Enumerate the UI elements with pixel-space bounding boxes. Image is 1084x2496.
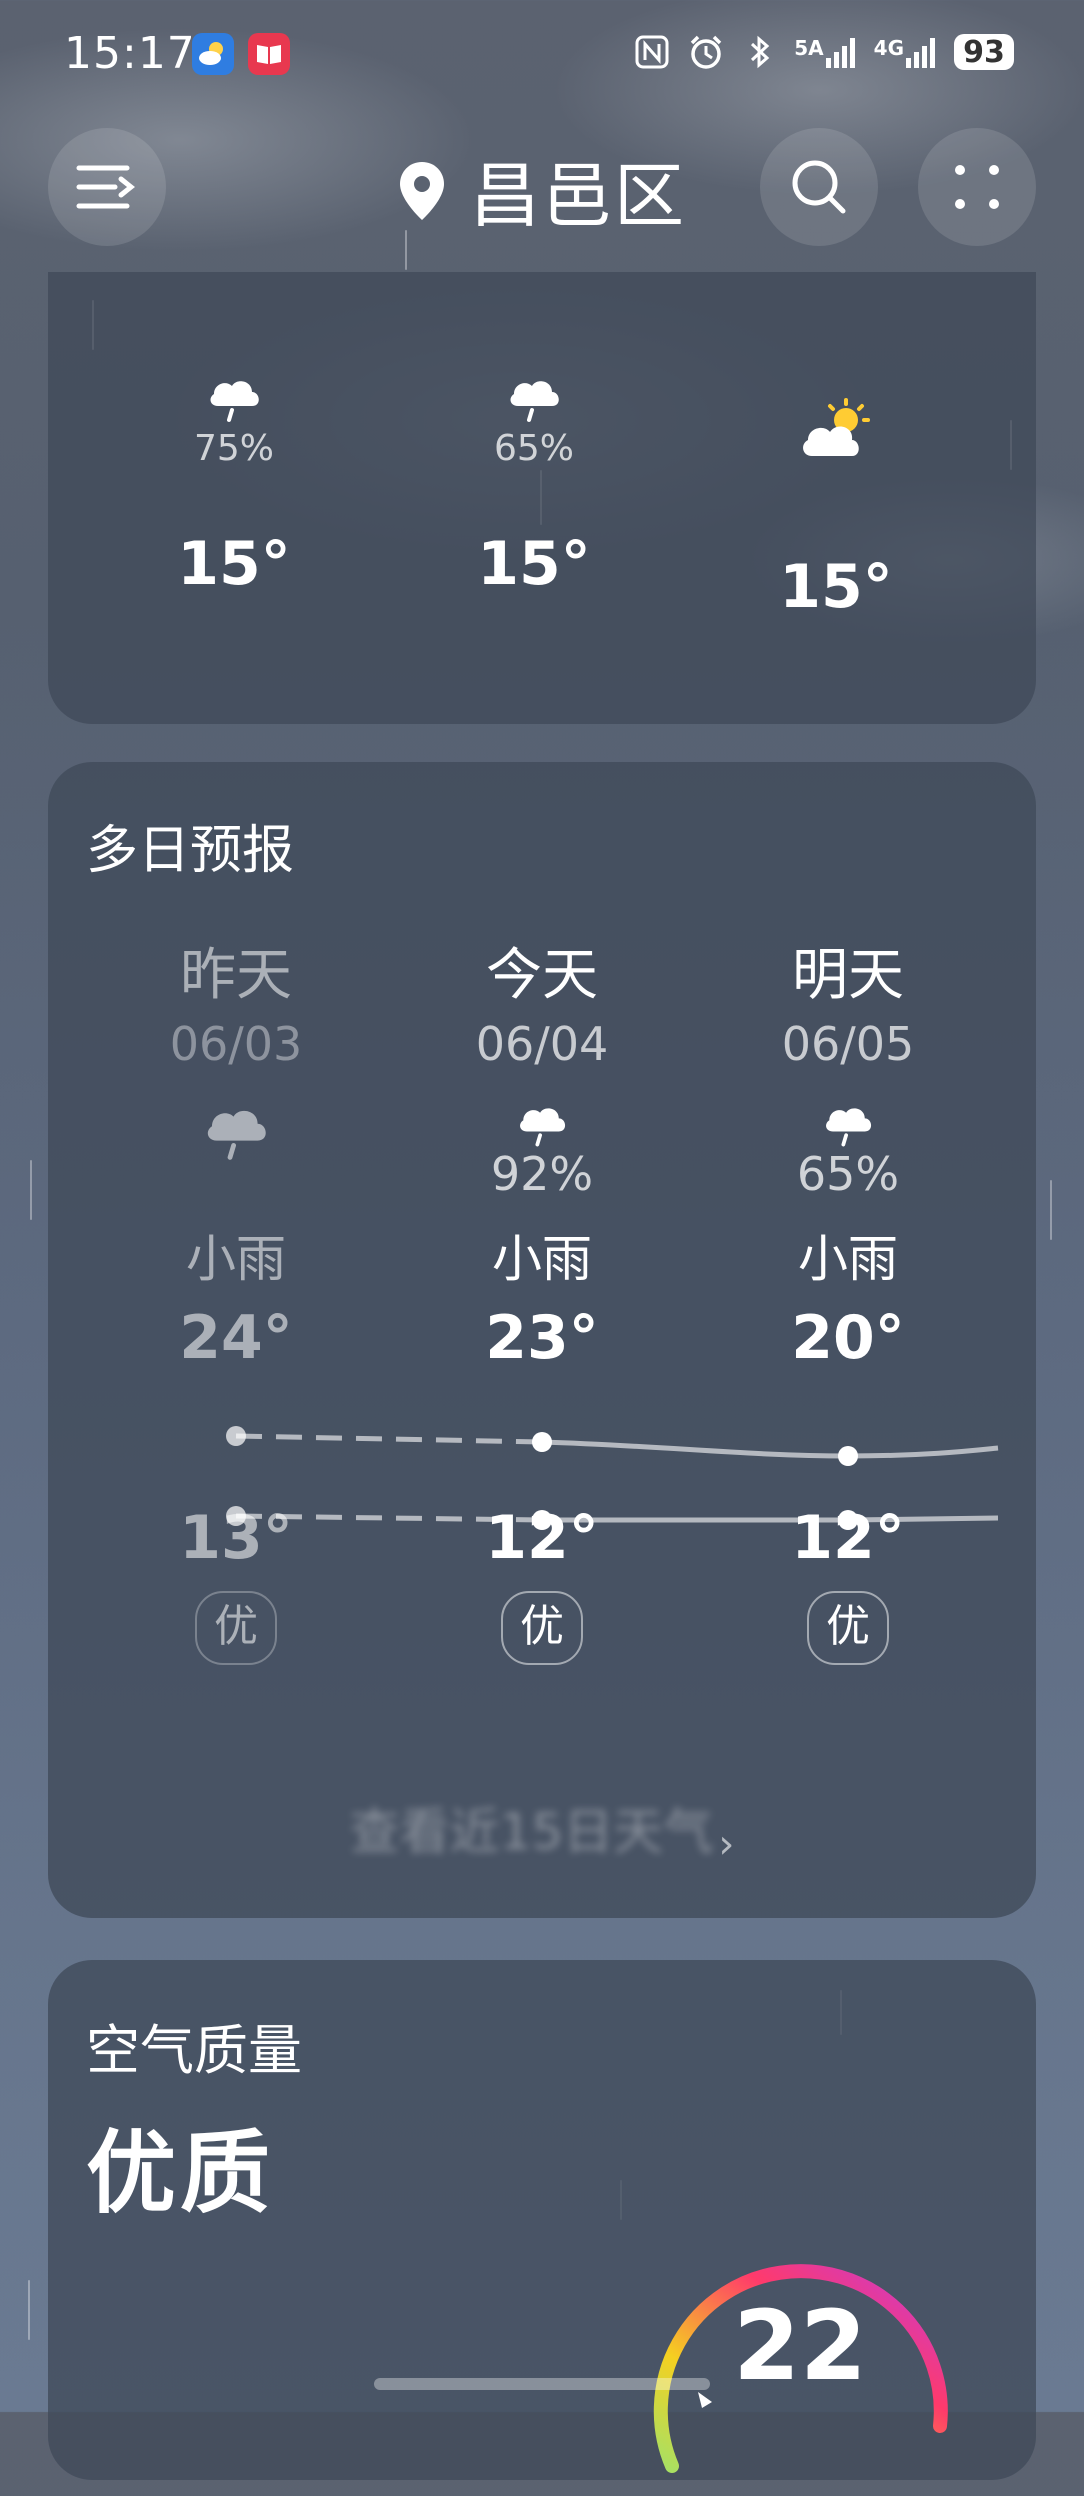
more-days-link[interactable]: 查看近15日天气 › [0,1792,1084,1868]
day-name: 昨天 [180,943,292,1008]
hourly-temp: 15° [779,552,893,622]
hourly-temp: 15° [177,529,291,599]
search-icon [792,160,846,214]
day-high-temp: 24° [179,1303,293,1373]
signal-5a-label: 5A [794,36,824,60]
bluetooth-icon [740,32,780,72]
aqi-badge: 优 [195,1591,277,1665]
aqi-badge: 优 [501,1591,583,1665]
hourly-item: 65% 15° [434,372,634,599]
partly-cloudy-icon [803,398,870,456]
rain-cloud-icon [520,1108,566,1147]
day-name: 今天 [486,943,598,1008]
hourly-item: 75% 15° [134,372,334,599]
low-temp-line [542,1515,999,1523]
high-temp-point [226,1426,246,1446]
hourly-item: 15° [736,396,936,622]
book-app-notification-icon [248,33,290,75]
day-precip: 65% [796,1147,900,1201]
high-temp-line-past [235,1433,543,1445]
day-weather: 小雨 [492,1230,592,1288]
rain-cloud-icon [826,1108,872,1147]
low-temp-point [532,1510,552,1530]
status-indicators: 5A 4G 93 [632,32,1014,72]
day-high-temp: 23° [485,1303,599,1373]
high-temp-point [838,1446,858,1466]
more-dots-icon [955,165,999,209]
hourly-precip: 65% [493,428,574,469]
low-temp-line-past [235,1513,543,1523]
day-name: 明天 [792,943,904,1008]
more-button[interactable] [918,128,1036,246]
aqi-badge: 优 [807,1591,889,1665]
location-pin-icon [400,161,444,220]
high-temp-point [532,1432,552,1452]
home-indicator[interactable] [374,2378,710,2390]
rain-cloud-icon [210,381,259,422]
chevron-right-icon: › [718,1821,735,1868]
day-weather: 小雨 [798,1230,898,1288]
day-date: 06/04 [475,1017,609,1071]
status-bar: 15:17 5A 4G 93 [0,0,1084,110]
day-date: 06/05 [781,1017,915,1071]
status-time: 15:17 [64,28,196,79]
day-precip: 92% [490,1147,594,1201]
more-days-label: 查看近15日天气 [349,1803,714,1861]
rain-cloud-icon [207,1110,266,1160]
day-high-temp: 20° [791,1303,905,1373]
multi-day-title: 多日预报 [86,821,295,881]
signal-4g-label: 4G [873,36,904,60]
day-weather: 小雨 [186,1230,286,1288]
high-temp-line [541,1439,999,1459]
location-name: 昌邑区 [470,155,686,237]
battery-indicator: 93 [954,34,1014,70]
air-quality-title: 空气质量 [86,2019,302,2082]
search-button[interactable] [760,128,878,246]
hourly-forecast-card[interactable]: 75% 15° 65% 15° 15° [48,272,1036,724]
signal-5a-indicator: 5A [794,36,859,68]
alarm-icon [686,32,726,72]
multi-day-forecast-card[interactable]: 多日预报 昨天 06/03 小雨 24° 13° 优 今天 06/04 92% … [48,762,1036,1918]
air-quality-level: 优质 [86,2121,274,2226]
aqi-value: 22 [733,2290,867,2402]
signal-4g-indicator: 4G [874,36,940,68]
hourly-precip: 75% [193,428,274,469]
weather-app-notification-icon [192,33,234,75]
low-temp-point [226,1506,246,1526]
hourly-temp: 15° [477,529,591,599]
temperature-trend-lines [226,1426,999,1530]
low-temp-point [838,1510,858,1530]
rain-cloud-icon [510,381,559,422]
nfc-icon [632,32,672,72]
day-date: 06/03 [169,1017,303,1071]
